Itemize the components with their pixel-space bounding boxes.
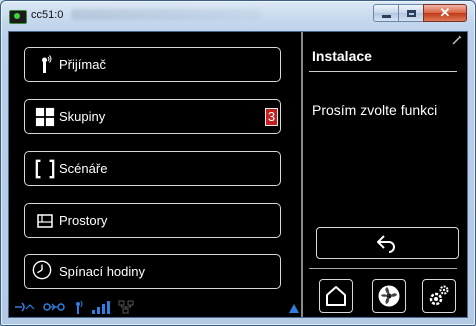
grid-icon — [35, 107, 55, 127]
fan-icon — [378, 285, 400, 307]
menu-item-label: Prostory — [59, 213, 108, 228]
brackets-icon — [35, 159, 55, 179]
antenna-icon — [42, 55, 52, 73]
maximize-icon — [406, 9, 416, 17]
menu-item-label: Scénáře — [59, 161, 108, 176]
window-title: cc51:0 — [31, 9, 64, 21]
close-button[interactable]: ✕ — [423, 4, 467, 22]
menu-item-scenare[interactable]: Scénáře — [24, 151, 281, 186]
panel-message: Prosím zvolte funkci — [312, 102, 438, 118]
app-client-area: Přijímač Skupiny 3 Scénáře Prostory Spín… — [8, 31, 468, 318]
title-divider — [309, 71, 457, 72]
edit-icon — [452, 35, 462, 45]
minimize-icon — [381, 14, 391, 18]
signal-strength-icon — [92, 301, 110, 314]
menu-item-label: Přijímač — [59, 57, 106, 72]
room-icon — [37, 214, 53, 228]
app-window: cc51:0 ✕ Přijímač Skupiny 3 Scénáře Pros… — [0, 0, 476, 326]
panel-divider — [301, 32, 303, 317]
gears-icon — [429, 285, 449, 306]
link-icon — [43, 303, 65, 311]
count-badge: 3 — [265, 108, 278, 126]
panel-title: Instalace — [312, 48, 372, 64]
home-button[interactable] — [319, 279, 353, 313]
connection-icon — [15, 302, 35, 312]
app-icon — [9, 10, 27, 24]
menu-item-prostory[interactable]: Prostory — [24, 203, 281, 238]
antenna-status-icon — [76, 300, 83, 314]
warning-triangle-icon — [289, 304, 299, 313]
back-arrow-icon — [377, 235, 395, 253]
window-controls: ✕ — [373, 4, 467, 22]
close-icon: ✕ — [439, 5, 451, 20]
bottom-divider — [309, 268, 457, 269]
status-bar — [13, 300, 301, 316]
settings-button[interactable] — [422, 279, 456, 313]
clock-icon — [32, 260, 52, 280]
menu-item-label: Skupiny — [59, 109, 106, 124]
menu-item-spinaci-hodiny[interactable]: Spínací hodiny — [24, 254, 281, 289]
network-icon — [118, 300, 134, 314]
blurred-title-text — [71, 9, 261, 20]
menu-item-label: Spínací hodiny — [59, 264, 146, 279]
maximize-button[interactable] — [398, 4, 424, 22]
minimize-button[interactable] — [373, 4, 399, 22]
back-button[interactable] — [316, 227, 459, 259]
menu-item-skupiny[interactable]: Skupiny 3 — [24, 99, 281, 134]
menu-item-prijimac[interactable]: Přijímač — [24, 47, 281, 82]
title-bar[interactable]: cc51:0 ✕ — [1, 1, 475, 31]
fan-button[interactable] — [372, 279, 406, 313]
home-icon — [326, 286, 346, 306]
